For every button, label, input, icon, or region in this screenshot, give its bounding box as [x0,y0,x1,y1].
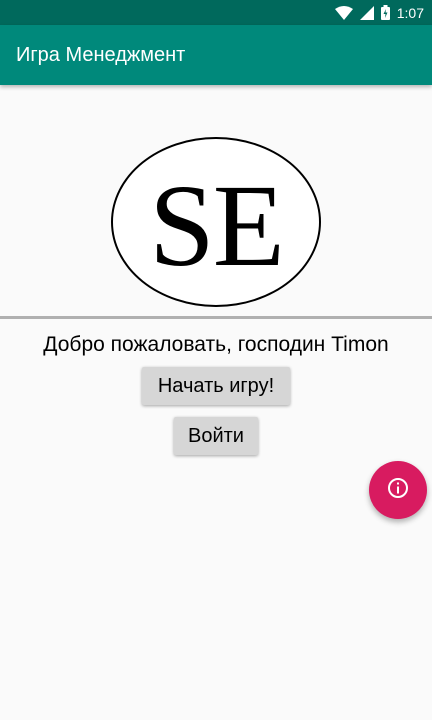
status-icons: 1:07 [334,0,424,25]
divider [0,316,432,319]
status-time: 1:07 [396,4,424,21]
logo-text: SE [149,160,285,291]
login-button[interactable]: Войти [174,417,258,455]
battery-icon [380,5,390,20]
status-bar: 1:07 [0,0,432,25]
logo: SE [111,137,321,307]
app-bar: Игра Менеджмент [0,25,432,85]
wifi-icon [334,5,353,20]
info-icon [387,477,409,504]
welcome-message: Добро пожаловать, господин Timon [43,333,389,356]
app-title: Игра Менеджмент [16,44,186,66]
info-fab-button[interactable] [369,461,427,519]
start-game-button[interactable]: Начать игру! [142,367,290,405]
cell-signal-icon [359,5,374,20]
